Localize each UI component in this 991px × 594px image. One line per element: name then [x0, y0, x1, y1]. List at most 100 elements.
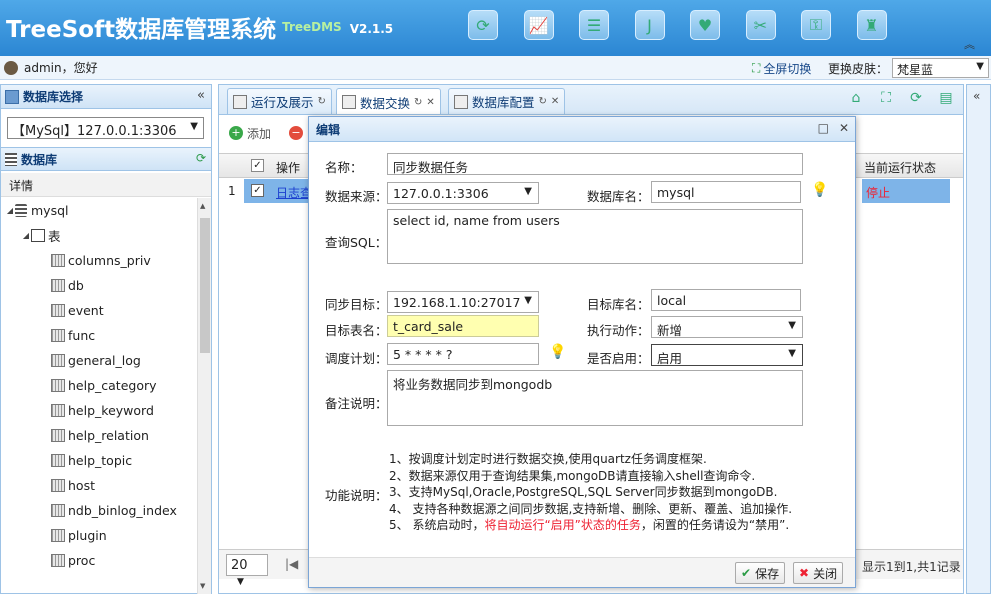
row-number: 1	[228, 184, 236, 198]
remark-label: 备注说明：	[325, 396, 388, 411]
tree-node-tables[interactable]: ◢ 表	[1, 223, 197, 248]
table-label: help_keyword	[68, 403, 154, 418]
reload-tab-icon[interactable]: ↻	[318, 96, 326, 107]
page-size-select[interactable]: 20 ▼	[226, 554, 268, 587]
scrollbar-thumb[interactable]	[200, 218, 210, 353]
table-icon	[51, 379, 65, 392]
func-line: 5、 系统启动时，将自动运行“启用”状态的任务，闲置的任务请设为“禁用”.	[389, 517, 792, 534]
tree-node-table[interactable]: func	[1, 323, 197, 348]
list-icon[interactable]: ▤	[937, 90, 955, 108]
save-button[interactable]: ✔ 保存	[735, 562, 786, 584]
skin-select-value: 梵星蓝	[897, 63, 934, 77]
delete-icon[interactable]: −	[289, 126, 304, 140]
close-tab-icon[interactable]: ✕	[551, 96, 559, 107]
tree-node-table[interactable]: proc	[1, 548, 197, 573]
tab-label: 数据库配置	[472, 95, 535, 110]
tree-node-table[interactable]: help_relation	[1, 423, 197, 448]
fullscreen-label: 全屏切换	[763, 62, 812, 76]
fullscreen-toggle[interactable]: ⛶ 全屏切换	[752, 60, 811, 77]
collapse-left-icon[interactable]: «	[197, 88, 205, 103]
enabled-value: 启用	[657, 351, 683, 366]
target-table-input[interactable]: t_card_sale	[387, 315, 539, 337]
schedule-input[interactable]: 5 * * * * ?	[387, 343, 539, 365]
expanded-triangle-icon[interactable]: ◢	[21, 231, 31, 240]
tree-node-table[interactable]: plugin	[1, 523, 197, 548]
action-select[interactable]: 新增 ▼	[651, 316, 803, 338]
java-icon[interactable]: J	[634, 10, 665, 40]
close-button[interactable]: ✖ 关闭	[793, 562, 844, 584]
tree-scrollbar[interactable]: ▲ ▼	[197, 198, 211, 594]
tree-node-table[interactable]: host	[1, 473, 197, 498]
target-value: 192.168.1.10:27017	[393, 295, 521, 310]
tab-data-exchange[interactable]: 数据交换 ↻ ✕	[336, 88, 441, 115]
refresh-icon[interactable]: ⟳	[907, 90, 925, 108]
chevron-down-icon: ▼	[524, 186, 532, 197]
table-label: ndb_binlog_index	[68, 503, 177, 518]
home-icon[interactable]: ⌂	[847, 90, 865, 108]
tree-node-table[interactable]: columns_priv	[1, 248, 197, 273]
sql-value: select id, name from users	[393, 213, 560, 228]
dialog-footer: ✔ 保存 ✖ 关闭	[309, 557, 855, 587]
close-icon[interactable]: ✕	[839, 121, 849, 135]
fullscreen-icon: ⛶	[752, 61, 761, 75]
lightbulb-icon[interactable]: 💡	[549, 344, 566, 360]
log-link[interactable]: 日志查	[276, 184, 312, 201]
key-icon[interactable]: ⚿	[801, 10, 831, 40]
refresh-icon[interactable]: ⟳	[468, 10, 498, 40]
maximize-icon[interactable]: □	[818, 121, 829, 135]
tree-node-mysql[interactable]: ◢ mysql	[1, 198, 197, 223]
tree-node-table[interactable]: help_keyword	[1, 398, 197, 423]
collapse-header-icon[interactable]: ︽	[964, 36, 975, 52]
sql-textarea[interactable]: select id, name from users	[387, 209, 803, 264]
target-db-input[interactable]: local	[651, 289, 801, 311]
tree-node-table[interactable]: help_category	[1, 373, 197, 398]
target-select[interactable]: 192.168.1.10:27017 ▼	[387, 291, 539, 313]
user-bar: admin，您好 ⛶ 全屏切换 更换皮肤： 梵星蓝 ▼	[0, 56, 991, 80]
table-label: func	[68, 328, 96, 343]
save-label: 保存	[755, 566, 780, 581]
add-button[interactable]: + 添加	[229, 125, 271, 142]
heart-icon[interactable]: ♥	[690, 10, 720, 40]
user-icon[interactable]: ♜	[856, 10, 887, 40]
database-title: 数据库	[21, 152, 58, 167]
tree-node-table[interactable]: db	[1, 273, 197, 298]
scroll-down-icon[interactable]: ▼	[200, 582, 205, 590]
name-input[interactable]: 同步数据任务	[387, 153, 803, 175]
scroll-up-icon[interactable]: ▲	[200, 202, 205, 210]
maximize-icon[interactable]: ⛶	[877, 90, 895, 108]
dbname-input[interactable]: mysql	[651, 181, 801, 203]
expanded-triangle-icon[interactable]: ◢	[5, 206, 15, 215]
schedule-value: 5 * * * * ?	[393, 347, 453, 362]
db-connection-select[interactable]: 【MySql】127.0.0.1:3306 ▼	[7, 117, 204, 139]
tree-node-table[interactable]: help_topic	[1, 448, 197, 473]
tools-icon[interactable]: ✂	[745, 10, 776, 40]
reload-tab-icon[interactable]: ↻	[414, 97, 422, 108]
tree-node-table[interactable]: general_log	[1, 348, 197, 373]
lightbulb-icon[interactable]: 💡	[811, 182, 828, 198]
target-label: 同步目标：	[325, 297, 388, 312]
source-value: 127.0.0.1:3306	[393, 186, 489, 201]
tree-node-table[interactable]: event	[1, 298, 197, 323]
database-icon[interactable]: ☰	[579, 10, 609, 40]
func-line-highlight: 将自动运行“启用”状态的任务	[484, 518, 641, 532]
chart-icon[interactable]: 📈	[523, 10, 554, 40]
reload-tab-icon[interactable]: ↻	[539, 96, 547, 107]
source-select[interactable]: 127.0.0.1:3306 ▼	[387, 182, 539, 204]
tab-db-config[interactable]: 数据库配置 ↻ ✕	[448, 88, 566, 114]
collapse-right-icon[interactable]: «	[973, 89, 980, 103]
tab-label: 数据交换	[360, 95, 411, 111]
enabled-select[interactable]: 启用 ▼	[651, 344, 803, 366]
refresh-tree-icon[interactable]: ⟳	[196, 151, 206, 165]
remark-textarea[interactable]: 将业务数据同步到mongodb	[387, 370, 803, 426]
table-icon	[51, 554, 65, 567]
select-all-checkbox[interactable]: ✓	[251, 159, 264, 172]
chevron-down-icon: ▼	[237, 577, 244, 587]
right-collapse-strip[interactable]: «	[966, 84, 991, 594]
tree-node-table[interactable]: ndb_binlog_index	[1, 498, 197, 523]
tree-node-label: 表	[48, 229, 61, 244]
close-tab-icon[interactable]: ✕	[426, 97, 434, 108]
tab-run-display[interactable]: 运行及展示 ↻	[227, 88, 332, 114]
skin-select[interactable]: 梵星蓝 ▼	[892, 58, 989, 78]
first-page-icon[interactable]: |◀	[285, 557, 298, 571]
row-checkbox[interactable]: ✓	[251, 184, 264, 197]
